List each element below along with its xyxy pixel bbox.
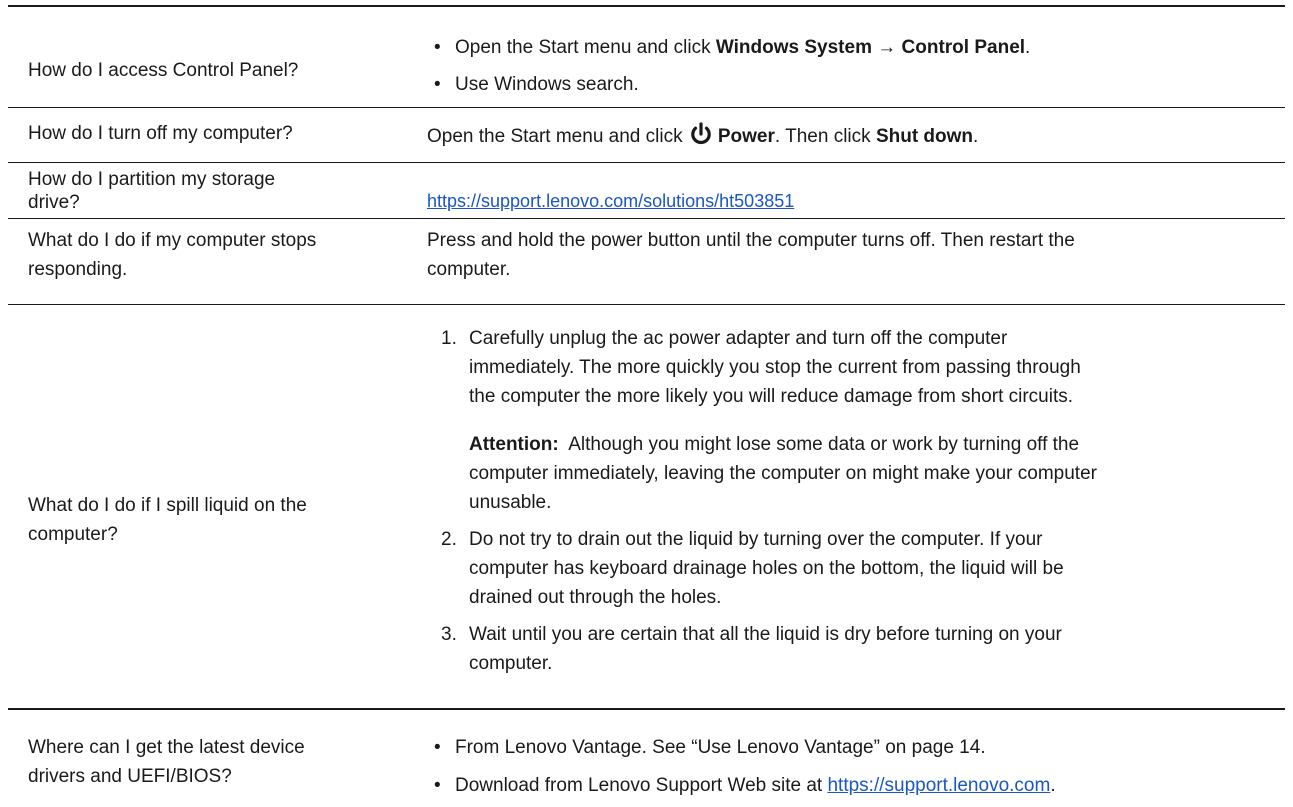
row-divider bbox=[8, 304, 1285, 305]
lenovo-support-link[interactable]: https://support.lenovo.com bbox=[827, 775, 1050, 796]
row-divider bbox=[8, 107, 1285, 108]
question-cell: Where can I get the latest device driver… bbox=[28, 737, 305, 787]
arrow-icon: → bbox=[877, 37, 897, 58]
list-item: Use Windows search. bbox=[427, 70, 1267, 99]
answer-cell: From Lenovo Vantage. See “Use Lenovo Van… bbox=[427, 733, 1267, 800]
answer-cell: 1. Carefully unplug the ac power adapter… bbox=[441, 324, 1271, 678]
answer-cell: Press and hold the power button until th… bbox=[427, 230, 1075, 280]
support-solution-link[interactable]: https://support.lenovo.com/solutions/ht5… bbox=[427, 191, 794, 211]
attention-label: Attention: bbox=[469, 434, 559, 455]
list-item: 1. Carefully unplug the ac power adapter… bbox=[441, 324, 1271, 517]
menu-path-windows-system: Windows System bbox=[715, 37, 872, 58]
row-divider bbox=[8, 218, 1285, 219]
answer-cell: Open the Start menu and click Power. The… bbox=[427, 121, 1267, 151]
answer-cell: https://support.lenovo.com/solutions/ht5… bbox=[427, 187, 1267, 216]
question-cell: What do I do if my computer stops respon… bbox=[28, 230, 317, 280]
list-item: 3. Wait until you are certain that all t… bbox=[441, 624, 1062, 674]
list-item: 2. Do not try to drain out the liquid by… bbox=[441, 529, 1064, 608]
attention-note: Attention: Although you might lose some … bbox=[469, 434, 1097, 513]
answer-cell: Open the Start menu and click Windows Sy… bbox=[427, 33, 1267, 99]
question-cell: How do I partition my storage drive? bbox=[28, 169, 276, 213]
question-cell: What do I do if I spill liquid on the co… bbox=[28, 495, 307, 545]
list-item: Open the Start menu and click Windows Sy… bbox=[427, 33, 1267, 70]
menu-path-control-panel: Control Panel bbox=[901, 37, 1026, 58]
table-top-rule bbox=[8, 5, 1285, 7]
power-icon bbox=[688, 121, 714, 147]
row-divider bbox=[8, 708, 1285, 710]
question-cell: How do I turn off my computer? bbox=[28, 123, 293, 144]
question-cell: How do I access Control Panel? bbox=[28, 60, 299, 81]
list-item: Download from Lenovo Support Web site at… bbox=[427, 771, 1267, 800]
list-item: From Lenovo Vantage. See “Use Lenovo Van… bbox=[427, 733, 1267, 771]
